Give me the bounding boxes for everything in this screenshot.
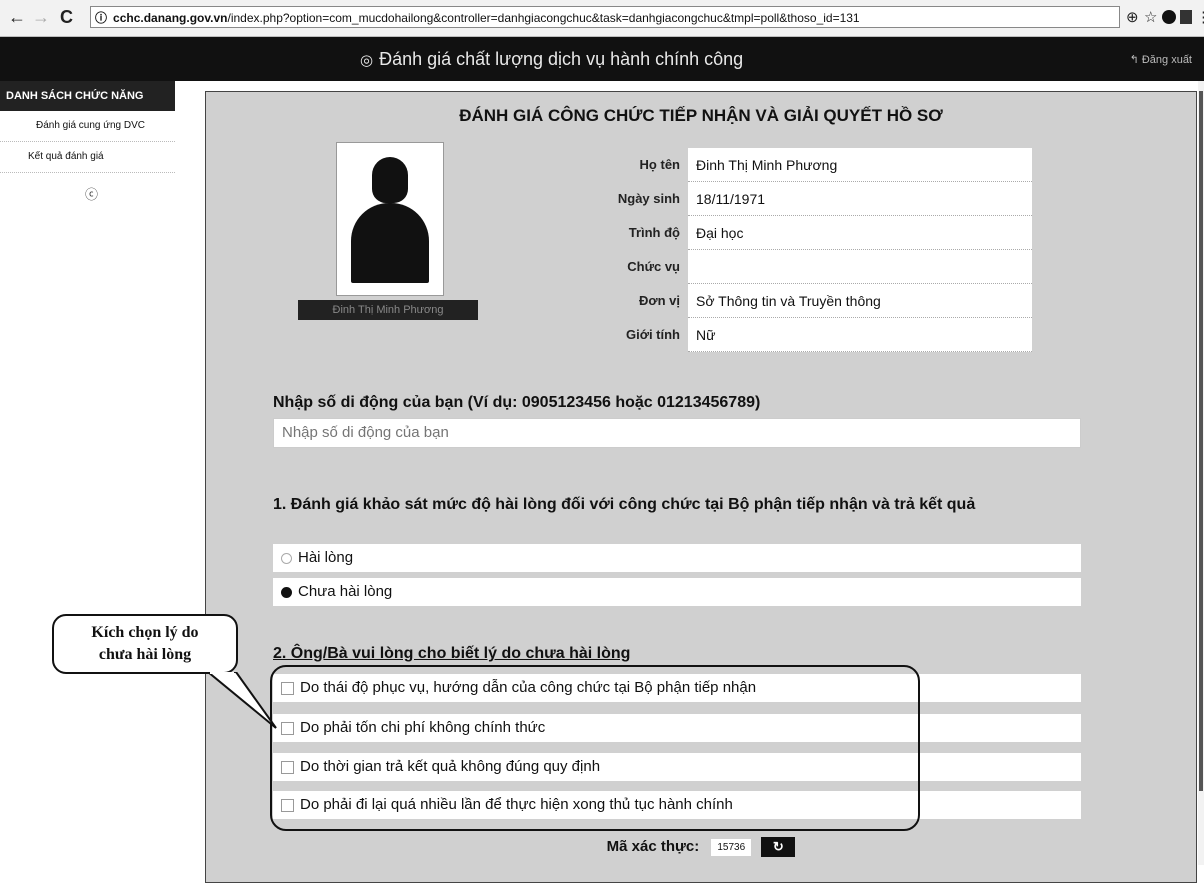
info-label: Họ tên — [639, 157, 680, 172]
back-icon[interactable]: ← — [8, 7, 26, 27]
logout-label: Đăng xuất — [1141, 54, 1192, 66]
reasons-highlight-box — [270, 665, 920, 831]
info-row: Trình độ Đại học — [576, 216, 1032, 250]
info-row: Đơn vị Sở Thông tin và Truyền thông — [576, 284, 1032, 318]
captcha-row: Mã xác thực: 15736 ↻ — [206, 837, 1196, 857]
info-row: Chức vụ — [576, 250, 1032, 284]
app-title-text: Đánh giá chất lượng dịch vụ hành chính c… — [379, 49, 744, 69]
browser-toolbar: ← → C ⓘ cchc.danang.gov.vn/index.php?opti… — [0, 0, 1204, 37]
info-value — [688, 250, 1032, 284]
callout-line-1: Kích chọn lý do — [91, 624, 199, 641]
info-label: Trình độ — [628, 225, 680, 240]
phone-input[interactable] — [273, 418, 1081, 448]
callout-line-2: chưa hài lòng — [98, 646, 192, 663]
info-value: Đinh Thị Minh Phương — [688, 148, 1032, 182]
option-label: Chưa hài lòng — [298, 583, 393, 600]
phone-label: Nhập số di động của bạn (Ví dụ: 09051234… — [273, 394, 761, 411]
scrollbar[interactable] — [1198, 81, 1204, 865]
q1-option-satisfied[interactable]: Hài lòng — [273, 544, 1081, 572]
info-label: Đơn vị — [638, 293, 680, 308]
app-title: ◎ Đánh giá chất lượng dịch vụ hành chính … — [360, 49, 743, 70]
radio-icon[interactable] — [281, 552, 292, 564]
info-value: Đại học — [688, 216, 1032, 250]
person-silhouette-head — [372, 157, 408, 203]
logout-link[interactable]: ↰ Đăng xuất — [1130, 53, 1192, 66]
info-value: 18/11/1971 — [688, 182, 1032, 216]
forward-icon[interactable]: → — [32, 7, 50, 27]
callout-pointer — [206, 672, 277, 729]
info-value: Sở Thông tin và Truyền thông — [688, 284, 1032, 318]
info-label: Chức vụ — [627, 259, 680, 274]
officer-info-table: Họ tên Đinh Thị Minh Phương Ngày sinh 18… — [576, 148, 1032, 352]
site-info-icon[interactable]: ⓘ — [95, 11, 107, 25]
sidebar-item-public-service-evaluation[interactable]: Đánh giá cung ứng DVC — [0, 111, 175, 142]
sidebar-item-evaluation-results[interactable]: Kết quả đánh giá — [0, 142, 175, 173]
form-title: ĐÁNH GIÁ CÔNG CHỨC TIẾP NHẬN VÀ GIẢI QUY… — [459, 106, 943, 125]
instruction-callout: Kích chọn lý do chưa hài lòng — [52, 614, 238, 674]
extension-icon-2[interactable] — [1180, 10, 1192, 24]
radio-checked-icon[interactable] — [281, 586, 292, 598]
globe-icon: ◎ — [360, 52, 374, 69]
captcha-code: 15736 — [711, 838, 752, 856]
zoom-icon[interactable]: ⊕ — [1126, 8, 1139, 26]
photo-caption: Đinh Thị Minh Phương — [298, 300, 478, 320]
person-silhouette-body — [351, 203, 429, 283]
menu-icon[interactable]: ⋮ — [1196, 8, 1204, 26]
scrollbar-thumb[interactable] — [1199, 91, 1203, 791]
reload-icon[interactable]: C — [60, 7, 73, 27]
url-path: /index.php?option=com_mucdohailong&contr… — [227, 11, 860, 25]
q1-label: 1. Đánh giá khảo sát mức độ hài lòng đối… — [273, 496, 976, 513]
extension-icon[interactable] — [1162, 10, 1176, 24]
address-bar[interactable]: ⓘ cchc.danang.gov.vn/index.php?option=com… — [90, 6, 1120, 28]
info-row: Ngày sinh 18/11/1971 — [576, 182, 1032, 216]
bookmark-star-icon[interactable]: ☆ — [1144, 8, 1157, 26]
info-value: Nữ — [688, 318, 1032, 352]
info-label: Ngày sinh — [617, 191, 680, 206]
refresh-captcha-icon[interactable]: ↻ — [761, 837, 796, 857]
q2-label: 2. Ông/Bà vui lòng cho biết lý do chưa h… — [273, 645, 631, 662]
app-header: ◎ Đánh giá chất lượng dịch vụ hành chính … — [0, 37, 1204, 81]
q1-option-not-satisfied[interactable]: Chưa hài lòng — [273, 578, 1081, 606]
sidebar-heading: DANH SÁCH CHỨC NĂNG — [0, 81, 175, 111]
option-label: Hài lòng — [298, 549, 354, 566]
collapse-sidebar-icon[interactable]: ⓒ — [85, 184, 98, 203]
info-label: Giới tính — [625, 327, 680, 342]
info-row: Giới tính Nữ — [576, 318, 1032, 352]
url-host: cchc.danang.gov.vn — [113, 11, 228, 25]
officer-photo — [336, 142, 444, 296]
info-row: Họ tên Đinh Thị Minh Phương — [576, 148, 1032, 182]
sidebar: DANH SÁCH CHỨC NĂNG Đánh giá cung ứng DV… — [0, 81, 175, 865]
captcha-label: Mã xác thực: — [606, 837, 700, 855]
